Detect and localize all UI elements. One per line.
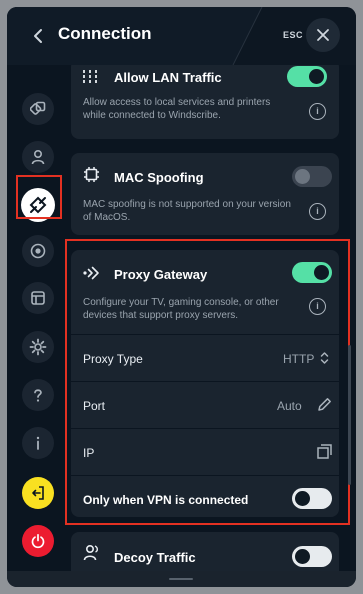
robert-icon: [30, 243, 46, 259]
allow-lan-title: Allow LAN Traffic: [114, 70, 222, 85]
power-icon: [31, 533, 45, 549]
back-button[interactable]: [23, 21, 53, 51]
footer: [7, 571, 356, 587]
decoy-traffic-icon: [83, 544, 99, 561]
sidebar-item-connection-sharing[interactable]: [22, 93, 54, 125]
gear-icon: [29, 338, 47, 356]
decoy-traffic-toggle[interactable]: [292, 546, 332, 567]
sidebar-item-general[interactable]: [22, 331, 54, 363]
sidebar-item-quit[interactable]: [22, 525, 54, 557]
info-icon: i: [316, 206, 319, 216]
mac-spoofing-title: MAC Spoofing: [114, 170, 204, 185]
account-icon: [31, 149, 45, 165]
advanced-icon: [31, 291, 45, 305]
allow-lan-card: Allow LAN Traffic Allow access to local …: [71, 65, 339, 139]
sidebar-item-advanced[interactable]: [22, 282, 54, 314]
chip-icon: [84, 167, 99, 182]
scrollbar[interactable]: [348, 345, 351, 485]
lan-icon: [83, 70, 97, 84]
resize-grip[interactable]: [169, 578, 193, 580]
about-icon: [36, 436, 40, 450]
allow-lan-info-button[interactable]: i: [309, 103, 326, 120]
allow-lan-description: Allow access to local services and print…: [83, 97, 271, 121]
help-icon: [34, 389, 42, 402]
close-icon: [317, 29, 329, 41]
header: Connection ESC: [7, 7, 356, 65]
chevron-left-icon: [34, 29, 42, 43]
page-title: Connection: [58, 24, 152, 43]
esc-hint: ESC: [283, 30, 304, 40]
sidebar-item-robert[interactable]: [22, 235, 54, 267]
mac-spoofing-info-button[interactable]: i: [309, 203, 326, 220]
sign-out-icon: [32, 486, 44, 500]
sidebar-item-account[interactable]: [22, 141, 54, 173]
decoy-traffic-card: Decoy Traffic: [71, 532, 339, 571]
sidebar-item-about[interactable]: [22, 427, 54, 459]
sidebar: [7, 65, 67, 571]
mac-spoofing-description: MAC spoofing is not supported on your ve…: [83, 199, 291, 223]
mac-spoofing-toggle[interactable]: [292, 166, 332, 187]
sidebar-item-help[interactable]: [22, 379, 54, 411]
proxy-gateway-highlight: [65, 239, 350, 525]
active-item-highlight: [16, 175, 62, 219]
info-icon: i: [316, 106, 319, 116]
sidebar-item-sign-out[interactable]: [22, 477, 54, 509]
connection-sharing-icon: [30, 101, 46, 115]
decoy-traffic-title: Decoy Traffic: [114, 550, 196, 565]
close-button[interactable]: [306, 18, 340, 52]
allow-lan-toggle[interactable]: [287, 66, 327, 87]
mac-spoofing-card: MAC Spoofing MAC spoofing is not support…: [71, 153, 339, 235]
preferences-window: Connection ESC Allow LAN Traffic Allow a…: [7, 7, 356, 587]
